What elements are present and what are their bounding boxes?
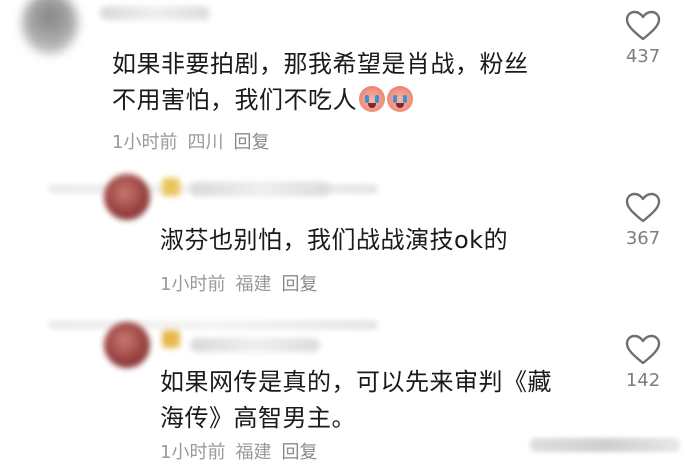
username[interactable] <box>190 182 330 196</box>
crying-face-emoji-icon <box>359 86 385 112</box>
avatar[interactable] <box>104 174 150 220</box>
avatar[interactable] <box>104 322 150 368</box>
comment-text-line: 海传》高智男主。 <box>160 404 356 432</box>
comment-meta: 1小时前 福建 回复 <box>160 438 327 464</box>
like-count: 437 <box>625 46 661 67</box>
comment-location: 四川 <box>187 132 224 153</box>
heart-outline-icon <box>625 334 661 365</box>
comment-text: 如果非要拍剧，那我希望是肖战，粉丝 不用害怕，我们不吃人 <box>112 46 582 118</box>
blurred-header <box>48 320 378 330</box>
like-count: 142 <box>625 370 661 391</box>
user-badge <box>162 330 180 348</box>
comment-time: 1小时前 <box>112 132 178 153</box>
comment-text-line: 淑芬也别怕，我们战战演技ok的 <box>160 226 509 254</box>
comment-text: 如果网传是真的，可以先来审判《藏 海传》高智男主。 <box>160 364 610 436</box>
comment-item: 淑芬也别怕，我们战战演技ok的 1小时前 福建 回复 367 <box>0 160 690 310</box>
watermark-blur <box>530 438 680 452</box>
heart-outline-icon <box>625 192 661 223</box>
comment-item: 如果非要拍剧，那我希望是肖战，粉丝 不用害怕，我们不吃人 1小时前 四川 回复 43… <box>0 0 690 160</box>
comment-text: 淑芬也别怕，我们战战演技ok的 <box>160 222 600 258</box>
reply-button[interactable]: 回复 <box>233 132 269 153</box>
username[interactable] <box>190 338 320 352</box>
comment-item: 如果网传是真的，可以先来审判《藏 海传》高智男主。 1小时前 福建 回复 142 <box>0 310 690 464</box>
like-button[interactable]: 437 <box>618 10 668 67</box>
comment-location: 福建 <box>235 274 272 295</box>
like-button[interactable]: 367 <box>618 192 668 249</box>
comment-text-line: 如果网传是真的，可以先来审判《藏 <box>160 368 552 396</box>
like-button[interactable]: 142 <box>618 334 668 391</box>
comment-time: 1小时前 <box>160 274 226 295</box>
comment-meta: 1小时前 福建 回复 <box>160 270 327 296</box>
comment-meta: 1小时前 四川 回复 <box>112 128 279 154</box>
comment-location: 福建 <box>235 442 272 463</box>
comment-time: 1小时前 <box>160 442 226 463</box>
comment-text-line: 如果非要拍剧，那我希望是肖战，粉丝 <box>112 50 529 78</box>
reply-button[interactable]: 回复 <box>281 274 317 295</box>
user-badge <box>162 178 180 196</box>
crying-face-emoji-icon <box>387 86 413 112</box>
heart-outline-icon <box>625 10 661 41</box>
username[interactable] <box>100 6 210 20</box>
reply-button[interactable]: 回复 <box>281 442 317 463</box>
comment-text-line: 不用害怕，我们不吃人 <box>112 82 582 118</box>
comment-text-line-content: 不用害怕，我们不吃人 <box>112 86 357 114</box>
like-count: 367 <box>625 228 661 249</box>
avatar[interactable] <box>22 0 78 54</box>
